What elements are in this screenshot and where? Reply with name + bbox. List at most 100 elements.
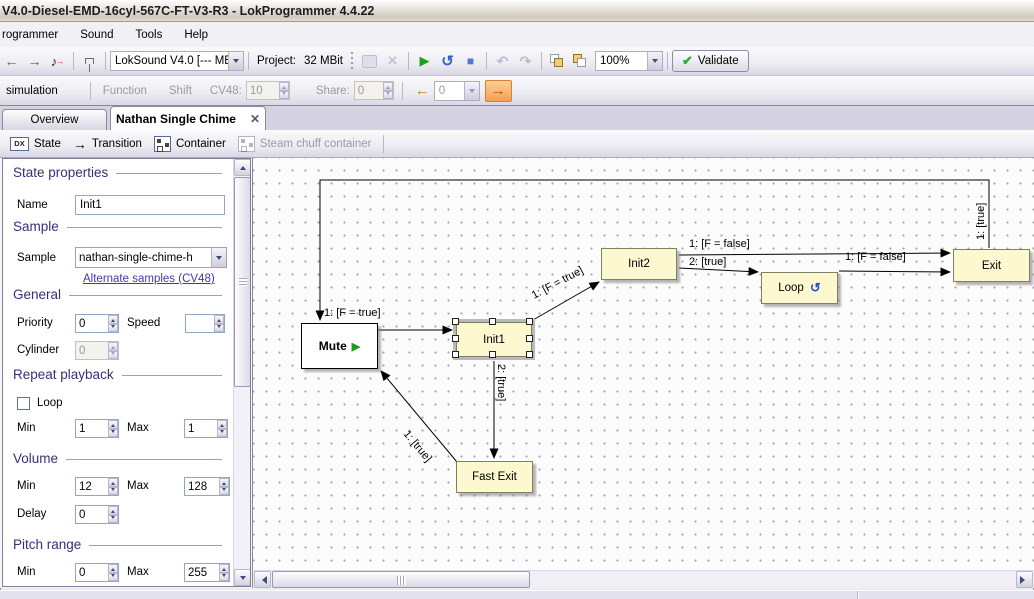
bring-forward-button[interactable] [546,50,569,72]
spin-up-button[interactable] [219,478,229,487]
pitch-max-input[interactable] [185,564,219,581]
scroll-left-button[interactable] [254,571,271,588]
spin-down-button[interactable] [279,91,289,100]
chevron-down-icon[interactable] [464,82,479,100]
delay-spinner[interactable] [75,505,119,524]
state-node-init1[interactable]: Init1 [456,322,532,357]
delete-button[interactable]: ✕ [381,50,404,72]
spin-up-button[interactable] [217,420,227,429]
add-container-button[interactable]: Container [150,136,230,152]
transition-edge-init2-exit[interactable] [679,253,950,255]
cv48-input[interactable] [247,82,279,99]
chevron-down-icon[interactable] [647,52,662,70]
spin-down-button[interactable] [108,429,118,438]
sample-select[interactable]: nathan-single-chime-h [75,247,227,268]
loop-simulation-button[interactable]: ↺ [436,50,459,72]
speed-spinner[interactable] [185,314,225,333]
selection-handle[interactable] [526,318,533,325]
repeat-min-input[interactable] [76,420,108,437]
name-input[interactable] [75,195,225,215]
spin-up-button[interactable] [219,564,229,573]
spin-up-button[interactable] [108,478,118,487]
spin-down-button[interactable] [383,91,393,100]
state-node-init2[interactable]: Init2 [601,248,677,280]
selection-handle[interactable] [526,351,533,358]
send-backward-button[interactable] [569,50,592,72]
menu-programmer[interactable]: rogrammer [0,26,69,44]
undo-button[interactable]: ↶ [491,50,514,72]
chevron-down-icon[interactable] [228,52,243,70]
chevron-down-icon[interactable] [211,248,226,267]
selection-handle[interactable] [489,351,496,358]
cv48-spinner[interactable] [246,81,290,100]
selection-handle[interactable] [452,318,459,325]
share-input[interactable] [355,82,383,99]
spin-up-button[interactable] [108,420,118,429]
spin-down-button[interactable] [217,429,227,438]
spin-up-button[interactable] [214,315,224,324]
spin-down-button[interactable] [108,573,118,582]
transition-edge-init2-loop[interactable] [679,268,758,272]
selection-handle[interactable] [452,351,459,358]
disabled-tool-button[interactable] [358,50,381,72]
close-tab-icon[interactable]: ✕ [250,112,260,126]
validate-button[interactable]: ✔ Validate [672,50,749,72]
priority-spinner[interactable] [75,314,119,333]
write-to-decoder-button[interactable]: → [23,50,46,72]
read-from-decoder-button[interactable]: ← [0,50,23,72]
spin-up-button[interactable] [108,564,118,573]
transition-edge-loop-exit[interactable] [839,271,950,272]
step-forward-button[interactable]: → [485,80,512,102]
delay-input[interactable] [76,506,108,523]
scrollbar-thumb[interactable] [272,571,530,588]
repeat-min-spinner[interactable] [75,419,119,438]
canvas-h-scrollbar[interactable] [252,570,1034,588]
menu-help[interactable]: Help [173,26,219,44]
spin-down-button[interactable] [214,324,224,333]
spin-down-button[interactable] [219,573,229,582]
selection-handle[interactable] [526,335,533,342]
menu-tools[interactable]: Tools [125,26,174,44]
menu-sound[interactable]: Sound [69,26,124,44]
spin-down-button[interactable] [108,515,118,524]
add-state-button[interactable]: DX State [6,137,65,151]
add-steam-chuff-container-button[interactable]: Steam chuff container [234,136,376,152]
spin-up-button[interactable] [279,82,289,91]
repeat-max-input[interactable] [185,420,217,437]
volume-max-spinner[interactable] [184,477,230,496]
selection-handle[interactable] [452,335,459,342]
loop-checkbox[interactable] [17,397,30,410]
spin-up-button[interactable] [108,315,118,324]
programmer-connection-button[interactable] [78,50,101,72]
spin-down-button[interactable] [219,487,229,496]
write-sound-button[interactable]: ♪→ [46,50,69,72]
redo-button[interactable]: ↷ [514,50,537,72]
diagram-canvas[interactable]: 1: [F = true]1: [F = true]2: [true]1: [t… [252,158,1034,570]
state-node-fast-exit[interactable]: Fast Exit [456,461,533,493]
volume-min-input[interactable] [76,478,108,495]
zoom-combo[interactable]: 100% [595,51,663,71]
scroll-up-button[interactable] [234,159,251,176]
share-spinner[interactable] [354,81,394,100]
tab-nathan-single-chime[interactable]: Nathan Single Chime ✕ [110,106,266,130]
scroll-right-button[interactable] [1016,571,1033,588]
play-simulation-button[interactable]: ▶ [413,50,436,72]
volume-max-input[interactable] [185,478,219,495]
add-transition-button[interactable]: → Transition [69,136,146,152]
scrollbar-thumb[interactable] [234,177,251,387]
pitch-max-spinner[interactable] [184,563,230,582]
priority-input[interactable] [76,315,108,332]
pitch-min-spinner[interactable] [75,563,119,582]
selection-handle[interactable] [489,318,496,325]
spin-down-button[interactable] [108,487,118,496]
spin-up-button[interactable] [383,82,393,91]
state-node-mute[interactable]: Mute▶ [301,323,378,369]
repeat-max-spinner[interactable] [184,419,228,438]
state-node-loop[interactable]: Loop↺ [761,272,838,304]
volume-min-spinner[interactable] [75,477,119,496]
step-back-button[interactable]: ← [411,80,434,102]
pitch-min-input[interactable] [76,564,108,581]
decoder-type-combo[interactable]: LokSound V4.0 [--- MBit] [110,51,244,71]
stop-simulation-button[interactable]: ■ [459,50,482,72]
title-bar[interactable]: V4.0-Diesel-EMD-16cyl-567C-FT-V3-R3 - Lo… [0,0,1034,22]
